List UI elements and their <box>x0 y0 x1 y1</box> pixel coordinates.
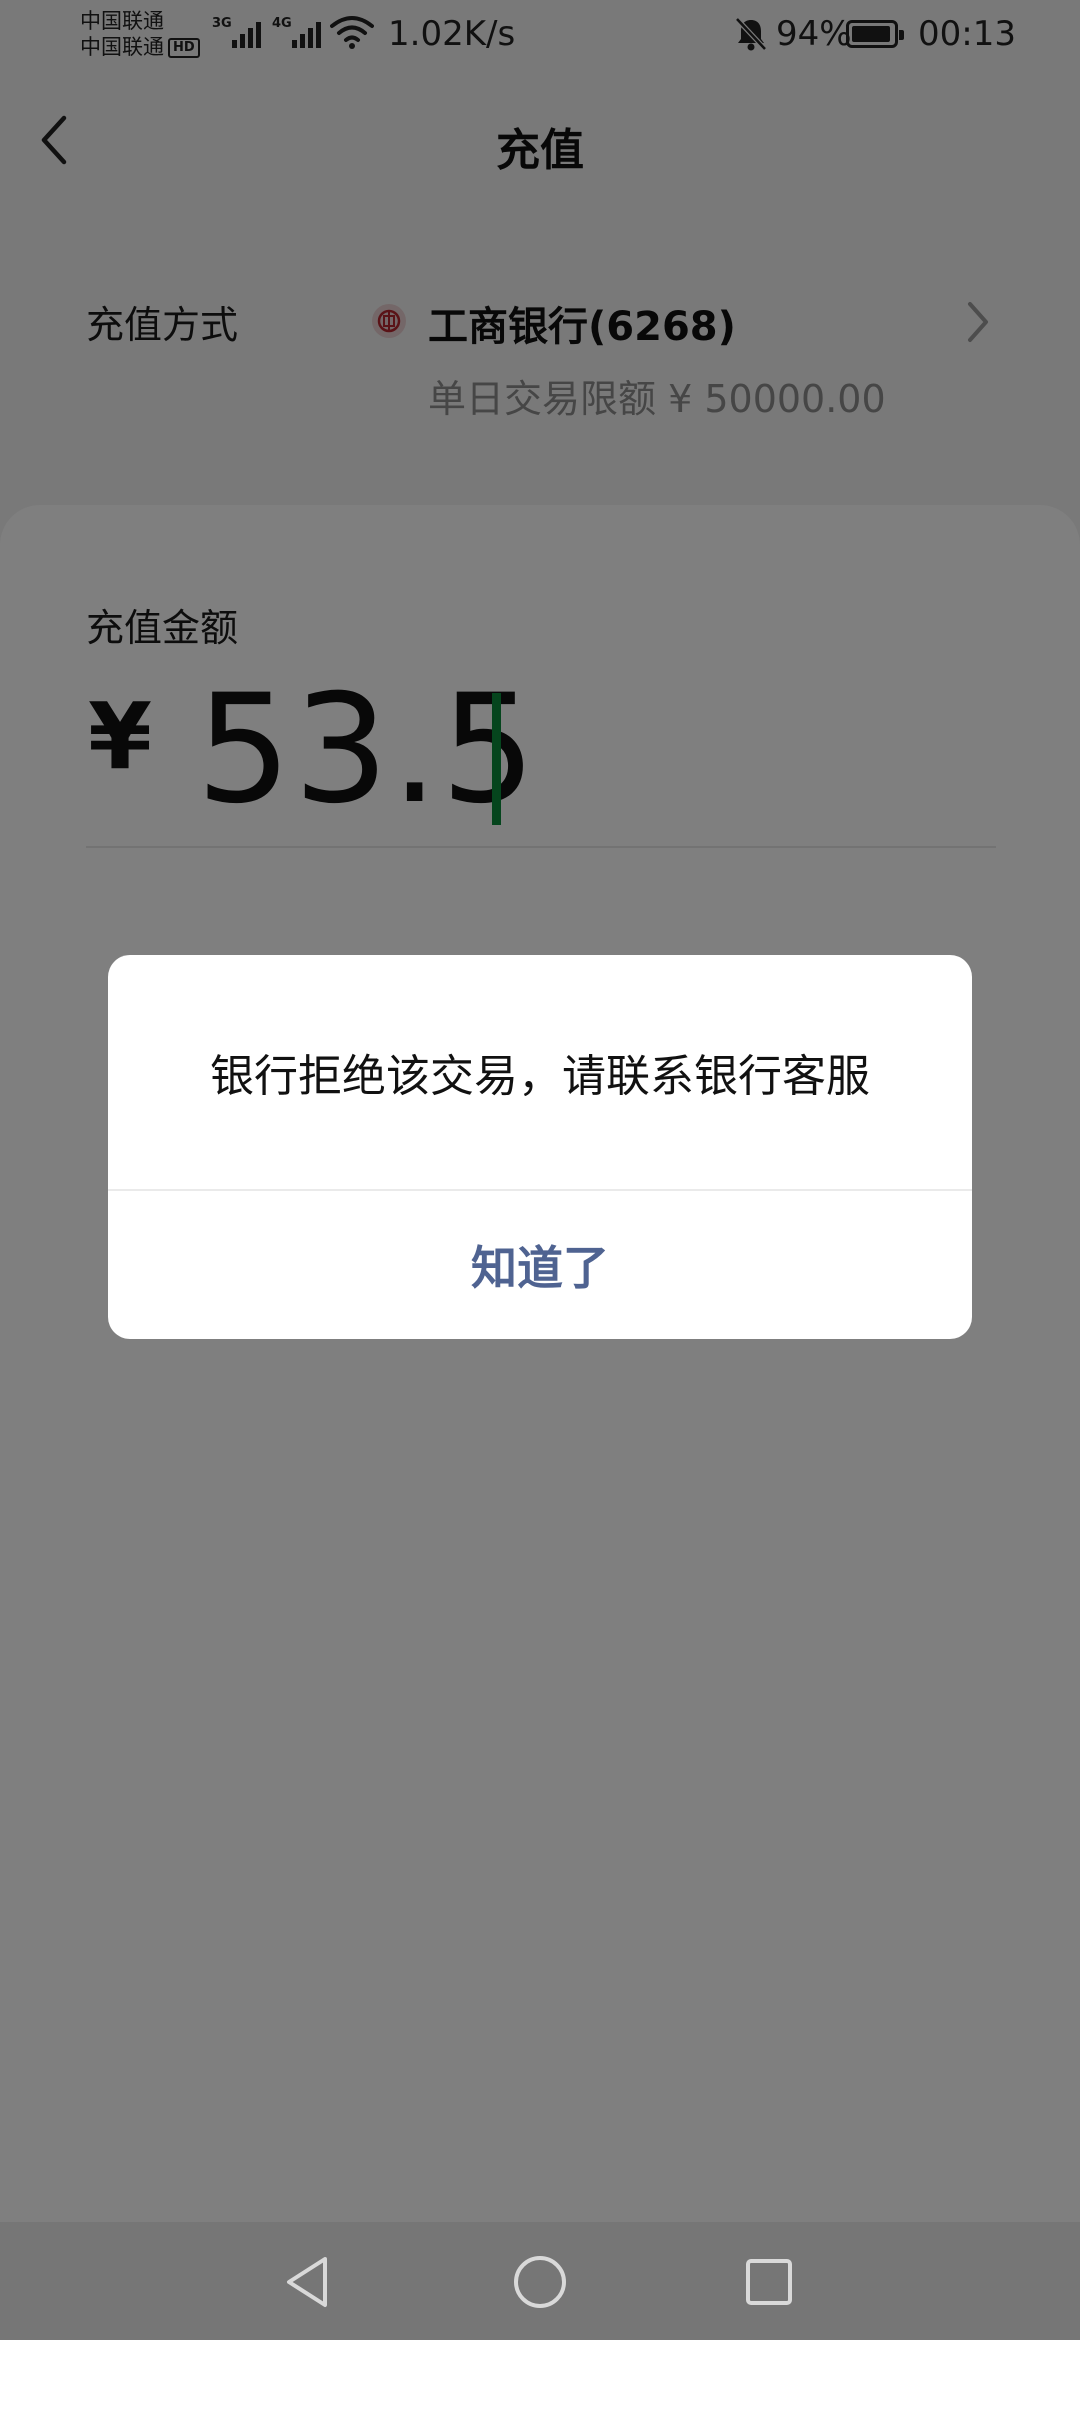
dialog-message: 银行拒绝该交易，请联系银行客服 <box>210 1051 870 1102</box>
system-nav-bar <box>0 2222 1080 2340</box>
recents-square-icon <box>746 2259 792 2305</box>
system-back-button[interactable] <box>276 2250 340 2314</box>
system-home-button[interactable] <box>508 2250 572 2314</box>
system-recents-button[interactable] <box>737 2250 801 2314</box>
dialog-confirm-button[interactable]: 知道了 <box>108 1191 972 1339</box>
home-circle-icon <box>514 2256 566 2308</box>
recharge-page: 中国联通 中国联通HD 3G 4G <box>0 0 1080 2435</box>
back-triangle-icon <box>287 2257 327 2307</box>
error-dialog: 银行拒绝该交易，请联系银行客服 知道了 <box>108 955 972 1339</box>
